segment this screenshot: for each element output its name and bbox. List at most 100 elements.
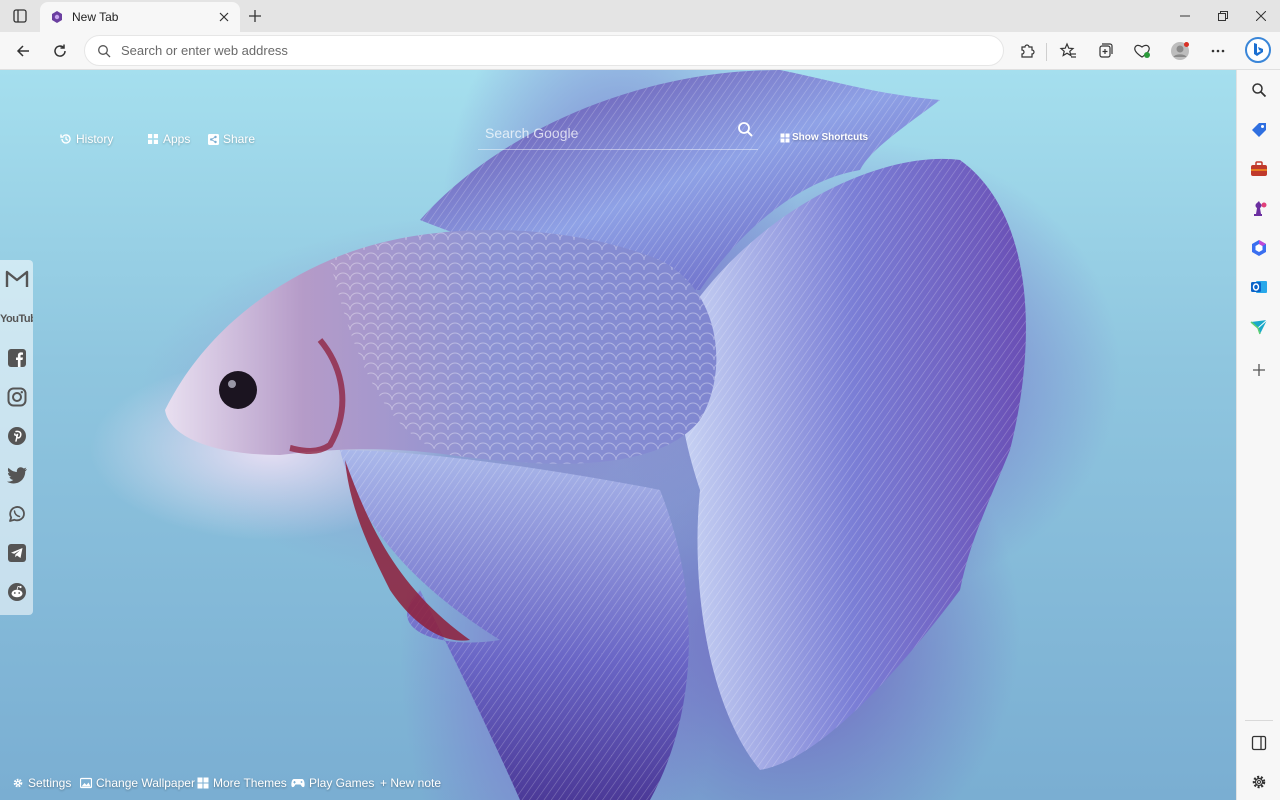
sidebar-add-button[interactable]	[1247, 358, 1271, 382]
show-shortcuts-button[interactable]: Show Shortcuts	[780, 132, 868, 143]
pinterest-icon	[7, 426, 26, 445]
settings-link[interactable]: Settings	[12, 776, 71, 790]
favorites-button[interactable]	[1054, 37, 1082, 65]
plus-icon	[249, 10, 261, 22]
tab-new-tab[interactable]: New Tab	[40, 2, 240, 32]
sidebar-tools-button[interactable]	[1247, 157, 1271, 181]
more-dots-icon	[1211, 49, 1225, 53]
google-search-input[interactable]	[485, 120, 725, 146]
outlook-icon	[1251, 281, 1267, 293]
sidebar-m365-button[interactable]	[1247, 236, 1271, 260]
title-bar: New Tab	[0, 0, 1280, 32]
facebook-link[interactable]	[4, 345, 29, 370]
gear-icon	[13, 778, 23, 788]
share-label: Share	[223, 132, 256, 146]
history-label: History	[76, 132, 114, 146]
new-tab-button[interactable]	[244, 5, 266, 27]
refresh-button[interactable]	[46, 37, 74, 65]
pinterest-link[interactable]	[4, 423, 29, 448]
sidebar-outlook-button[interactable]	[1247, 275, 1271, 299]
address-input[interactable]	[121, 43, 961, 58]
play-games-link[interactable]: Play Games	[291, 776, 374, 790]
extensions-button[interactable]	[1013, 37, 1041, 65]
settings-label: Settings	[28, 776, 72, 790]
tab-title: New Tab	[72, 10, 119, 24]
history-link[interactable]: History	[60, 132, 113, 146]
more-themes-label: More Themes	[213, 776, 287, 790]
drop-icon	[1250, 319, 1268, 335]
tab-close-icon[interactable]	[216, 9, 232, 25]
bing-copilot-button[interactable]	[1242, 34, 1274, 66]
settings-more-button[interactable]	[1204, 37, 1232, 65]
youtube-link[interactable]: YouTube	[0, 305, 33, 330]
sidebar-shopping-button[interactable]	[1247, 118, 1271, 142]
shortcuts-grid-icon	[780, 133, 790, 142]
sidebar-settings-button[interactable]	[1247, 770, 1271, 794]
image-icon	[80, 777, 92, 789]
minimize-icon	[1180, 15, 1190, 17]
sidebar-games-button[interactable]	[1247, 197, 1271, 221]
reddit-link[interactable]	[4, 579, 29, 604]
close-window-button[interactable]	[1242, 0, 1280, 32]
tab-actions-button[interactable]	[8, 5, 32, 27]
tools-briefcase-icon	[1251, 161, 1267, 176]
more-themes-link[interactable]: More Themes	[197, 776, 287, 790]
twitter-link[interactable]	[4, 462, 29, 487]
toolbar-separator	[1046, 43, 1047, 61]
address-bar[interactable]	[84, 35, 1004, 66]
edge-sidebar	[1236, 70, 1280, 800]
gmail-icon	[5, 270, 28, 287]
heart-pulse-icon	[1134, 44, 1150, 58]
sidebar-drop-button[interactable]	[1247, 315, 1271, 339]
restore-button[interactable]	[1204, 0, 1242, 32]
telegram-link[interactable]	[4, 540, 29, 565]
sidebar-divider	[1245, 720, 1273, 721]
minimize-button[interactable]	[1166, 0, 1204, 32]
themes-grid-icon	[197, 777, 209, 789]
collections-button[interactable]	[1091, 37, 1119, 65]
bottom-toolbar: Settings Change Wallpaper More Themes Pl…	[0, 770, 1236, 800]
apps-grid-icon	[148, 134, 158, 144]
play-games-label: Play Games	[309, 776, 375, 790]
social-links-bar: YouTube	[0, 260, 33, 615]
new-note-link[interactable]: + New note	[380, 776, 441, 790]
restore-icon	[1218, 11, 1228, 21]
sidebar-search-button[interactable]	[1247, 78, 1271, 102]
youtube-icon: YouTube	[0, 313, 33, 325]
facebook-icon	[7, 348, 26, 367]
instagram-icon	[7, 387, 26, 406]
settings-gear-icon	[1252, 775, 1266, 789]
performance-button[interactable]	[1128, 37, 1156, 65]
split-screen-icon	[1251, 735, 1267, 751]
show-shortcuts-label: Show Shortcuts	[792, 132, 869, 143]
avatar-icon	[1171, 42, 1189, 60]
gmail-link[interactable]	[4, 266, 29, 291]
apps-label: Apps	[163, 132, 191, 146]
tab-favicon-icon	[52, 11, 62, 23]
profile-button[interactable]	[1166, 37, 1194, 65]
history-icon	[60, 134, 71, 144]
new-note-label: + New note	[380, 776, 442, 790]
whatsapp-link[interactable]	[4, 501, 29, 526]
change-wallpaper-link[interactable]: Change Wallpaper	[80, 776, 195, 790]
shopping-tag-icon	[1252, 123, 1266, 137]
svg-text:YouTube: YouTube	[0, 313, 33, 325]
change-wallpaper-label: Change Wallpaper	[96, 776, 195, 790]
puzzle-icon	[1021, 44, 1035, 58]
apps-link[interactable]: Apps	[147, 132, 190, 146]
share-link[interactable]: Share	[208, 132, 255, 146]
back-button[interactable]	[9, 37, 37, 65]
search-icon	[98, 44, 111, 57]
star-list-icon	[1059, 42, 1076, 58]
twitter-icon	[6, 466, 27, 483]
add-icon	[1253, 364, 1265, 376]
instagram-link[interactable]	[4, 384, 29, 409]
microsoft-365-icon	[1252, 240, 1266, 256]
browser-toolbar	[0, 32, 1280, 70]
sidebar-split-button[interactable]	[1247, 731, 1271, 755]
share-icon	[208, 133, 219, 145]
close-icon	[1256, 11, 1266, 21]
search-icon[interactable]	[736, 120, 756, 140]
new-tab-page: History Apps Share Show Shortcuts YouTub…	[0, 70, 1236, 800]
collections-icon	[1099, 43, 1113, 58]
